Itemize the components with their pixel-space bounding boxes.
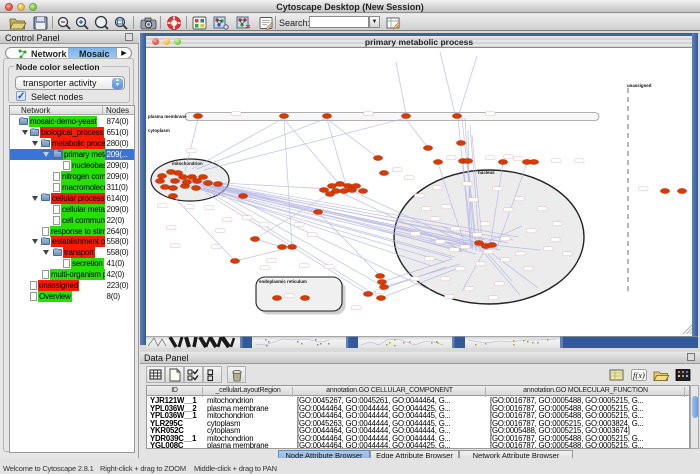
svg-text:unassigned: unassigned xyxy=(627,83,652,88)
svg-text:plasma membrane: plasma membrane xyxy=(148,114,187,119)
svg-text:cytoplasm: cytoplasm xyxy=(148,128,170,133)
svg-text:f(x): f(x) xyxy=(633,370,645,380)
svg-text:nucleus: nucleus xyxy=(478,170,495,175)
svg-text:endoplasmic reticulum: endoplasmic reticulum xyxy=(259,279,307,284)
